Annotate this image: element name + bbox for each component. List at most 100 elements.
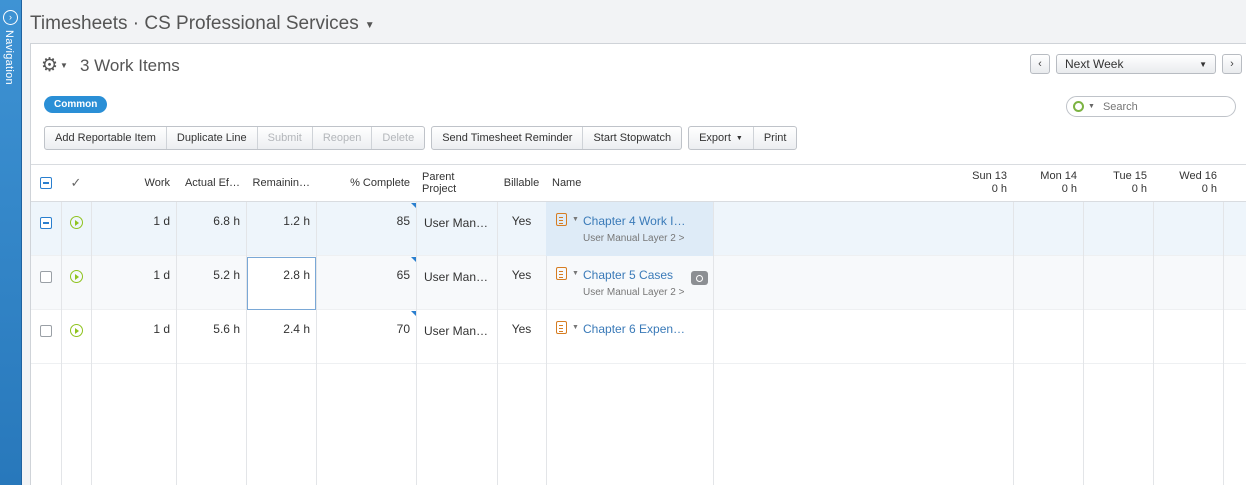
start-stopwatch-button[interactable]: Start Stopwatch: [583, 127, 681, 149]
chevron-down-icon[interactable]: ▼: [572, 216, 579, 223]
header-status[interactable]: ✓: [61, 165, 91, 202]
task-name-link[interactable]: Chapter 4 Work I…: [583, 214, 685, 228]
day-hours: 0 h: [1061, 183, 1077, 195]
export-button[interactable]: Export ▼: [689, 127, 754, 149]
week-select[interactable]: Next Week ▼: [1056, 54, 1216, 74]
add-reportable-item-button[interactable]: Add Reportable Item: [45, 127, 167, 149]
submit-button[interactable]: Submit: [258, 127, 313, 149]
chevron-down-icon[interactable]: ▼: [572, 324, 579, 331]
header-day-mon[interactable]: Mon 14 0 h: [1013, 165, 1083, 202]
work-items-count: 3 Work Items: [79, 55, 180, 75]
remaining-edit-box[interactable]: [247, 257, 316, 310]
cell-actual-effort[interactable]: 5.6 h: [176, 322, 240, 336]
search-box[interactable]: ▼: [1066, 96, 1236, 117]
task-parent-link[interactable]: User Manual Layer 2 >: [583, 287, 684, 298]
chevron-down-icon[interactable]: ▼: [572, 270, 579, 277]
row-checkbox[interactable]: [40, 271, 52, 283]
cell-work[interactable]: 1 d: [91, 214, 170, 228]
chevron-down-icon[interactable]: ▼: [60, 61, 68, 70]
chevron-down-icon[interactable]: ▼: [1088, 103, 1095, 110]
timesheet-panel: ⚙ ▼ 3 Work Items ‹ Next Week ▼ › Common …: [30, 43, 1246, 485]
cell-remaining[interactable]: 2.8 h: [246, 268, 310, 282]
previous-week-button[interactable]: ‹: [1030, 54, 1050, 74]
cell-parent-project[interactable]: User Man…: [424, 216, 488, 230]
duplicate-line-button[interactable]: Duplicate Line: [167, 127, 258, 149]
delete-button[interactable]: Delete: [372, 127, 424, 149]
play-icon[interactable]: [70, 216, 83, 229]
select-all-checkbox[interactable]: [40, 177, 52, 189]
cell-actual-effort[interactable]: 5.2 h: [176, 268, 240, 282]
row-checkbox[interactable]: [40, 217, 52, 229]
timesheet-grid: ✓ Work Actual Ef… Remainin… % Complete P…: [31, 164, 1246, 485]
header-remaining[interactable]: Remainin…: [246, 165, 316, 202]
header-actual-effort[interactable]: Actual Ef…: [176, 165, 246, 202]
cell-actual-effort[interactable]: 6.8 h: [176, 214, 240, 228]
task-parent-link[interactable]: User Manual Layer 2 >: [583, 233, 684, 244]
gear-icon[interactable]: ⚙: [41, 54, 58, 77]
column-divider: [713, 165, 714, 485]
column-divider: [1083, 165, 1084, 485]
header-name[interactable]: Name: [546, 165, 713, 202]
column-divider: [1153, 165, 1154, 485]
search-icon[interactable]: [1073, 101, 1084, 112]
column-divider: [61, 165, 62, 485]
header-day-tue[interactable]: Tue 15 0 h: [1083, 165, 1153, 202]
page-title[interactable]: Timesheets · CS Professional Services ▼: [30, 13, 375, 35]
cell-percent-complete[interactable]: 85: [316, 214, 410, 228]
send-timesheet-reminder-button[interactable]: Send Timesheet Reminder: [432, 127, 584, 149]
edit-marker-icon: [411, 203, 416, 208]
eye-icon[interactable]: [691, 271, 708, 285]
toolbar-group-output: Export ▼ Print: [688, 126, 798, 150]
day-label: Sun 13: [972, 170, 1007, 182]
filter-pill-common[interactable]: Common: [44, 96, 108, 113]
cell-parent-project[interactable]: User Man…: [424, 324, 488, 338]
navigation-arrow-icon[interactable]: ›: [3, 10, 18, 25]
play-icon[interactable]: [70, 270, 83, 283]
play-icon[interactable]: [70, 324, 83, 337]
column-divider: [1223, 165, 1224, 485]
print-button[interactable]: Print: [754, 127, 797, 149]
reopen-button[interactable]: Reopen: [313, 127, 373, 149]
chevron-down-icon: ▼: [735, 134, 743, 142]
table-row-background: [31, 256, 1246, 310]
cell-billable[interactable]: Yes: [497, 268, 546, 282]
header-billable[interactable]: Billable: [497, 165, 546, 202]
row-checkbox[interactable]: [40, 325, 52, 337]
search-input[interactable]: [1102, 100, 1223, 113]
cell-parent-project[interactable]: User Man…: [424, 270, 488, 284]
navigation-strip[interactable]: › Navigation: [0, 0, 22, 485]
cell-percent-complete[interactable]: 65: [316, 268, 410, 282]
header-parent-project[interactable]: Parent Project: [416, 165, 497, 202]
cell-remaining[interactable]: 2.4 h: [246, 322, 310, 336]
cell-billable[interactable]: Yes: [497, 214, 546, 228]
cell-billable[interactable]: Yes: [497, 322, 546, 336]
day-label: Mon 14: [1040, 170, 1077, 182]
toolbar-group-edit: Add Reportable Item Duplicate Line Submi…: [44, 126, 426, 150]
panel-header: ⚙ ▼ 3 Work Items: [41, 54, 180, 77]
chevron-down-icon[interactable]: ▼: [365, 20, 375, 31]
cell-work[interactable]: 1 d: [91, 268, 170, 282]
cell-work[interactable]: 1 d: [91, 322, 170, 336]
edit-marker-icon: [411, 311, 416, 316]
table-row-background: [31, 310, 1246, 364]
day-hours: 0 h: [1201, 183, 1217, 195]
task-name-link[interactable]: Chapter 6 Expen…: [583, 322, 685, 336]
header-select-all[interactable]: [31, 165, 61, 202]
cell-percent-complete[interactable]: 70: [316, 322, 410, 336]
day-hours: 0 h: [991, 183, 1007, 195]
header-work[interactable]: Work: [91, 165, 176, 202]
cell-remaining[interactable]: 1.2 h: [246, 214, 310, 228]
header-percent-complete[interactable]: % Complete: [316, 165, 416, 202]
column-divider: [1013, 165, 1014, 485]
next-week-button[interactable]: ›: [1222, 54, 1242, 74]
edit-marker-icon: [411, 257, 416, 262]
chevron-down-icon: ▼: [1199, 59, 1207, 69]
header-spacer: [1223, 165, 1246, 202]
task-icon: [556, 321, 567, 334]
task-icon: [556, 213, 567, 226]
navigation-label[interactable]: Navigation: [3, 30, 15, 85]
header-day-wed[interactable]: Wed 16 0 h: [1153, 165, 1223, 202]
task-name-link[interactable]: Chapter 5 Cases: [583, 268, 673, 282]
header-day-sun[interactable]: Sun 13 0 h: [933, 165, 1013, 202]
name-cell-highlight: [546, 202, 713, 256]
